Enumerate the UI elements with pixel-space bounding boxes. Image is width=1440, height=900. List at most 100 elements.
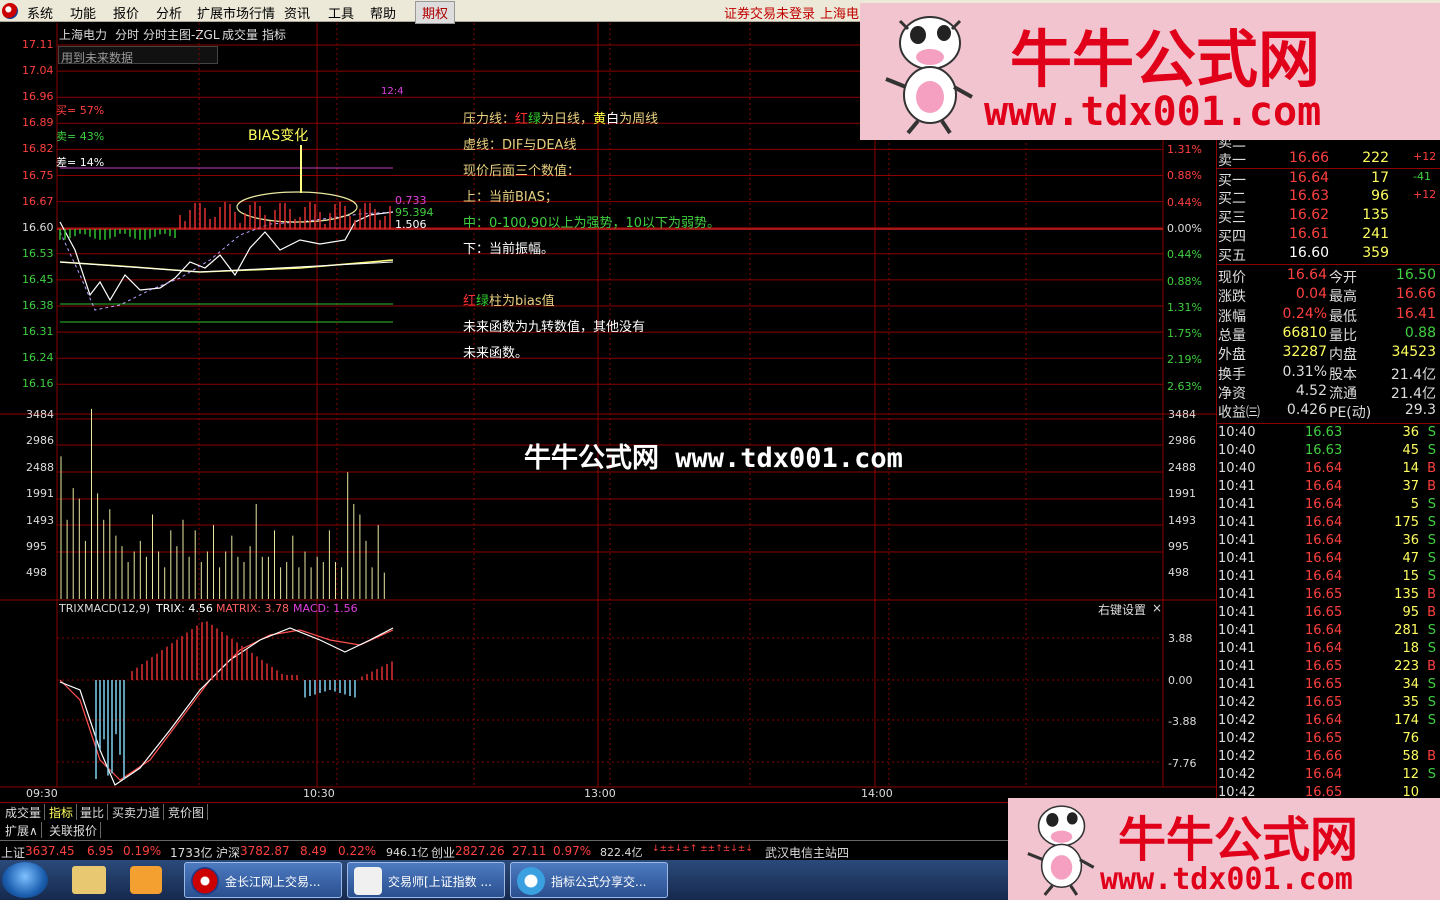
tick-col-2: 47 — [1402, 551, 1419, 566]
tick-col-0: 10:42 — [1218, 695, 1256, 710]
note-segment: 未来函数。 — [463, 346, 529, 361]
tick-col-0: 10:41 — [1218, 569, 1256, 584]
menu-analysis[interactable]: 分析 — [156, 3, 182, 22]
taskbar-item-browser[interactable]: 指标公式分享交... — [510, 862, 668, 898]
taskbar-item-trader[interactable]: 交易师[上证指数 ... — [347, 862, 505, 898]
quote-l1: 净资 — [1218, 385, 1246, 402]
tick-row[interactable]: 10:41 16.64 281 S — [1217, 623, 1439, 641]
cy-index-label[interactable]: 创业 — [431, 844, 455, 861]
start-button[interactable] — [2, 862, 48, 898]
tick-col-0: 10:41 — [1218, 623, 1256, 638]
tab-related-quotes[interactable]: 关联报价 — [46, 822, 102, 838]
tab-volume-ratio[interactable]: 量比 — [77, 804, 109, 820]
close-icon[interactable]: × — [1152, 601, 1162, 615]
watermark-top-title: 牛牛公式网 — [1010, 23, 1321, 96]
volume-tick-left: 995 — [26, 540, 47, 553]
menu-quote[interactable]: 报价 — [113, 3, 139, 22]
tick-col-2: 76 — [1402, 731, 1419, 746]
order-book-row[interactable]: 买二 16.63 96 +12 — [1217, 188, 1439, 207]
quote-row: 总量 66810 量比 0.88 — [1217, 325, 1439, 344]
order-book-row[interactable]: 买一 16.64 17 -41 — [1217, 170, 1439, 189]
tab-indicator[interactable]: 指标 — [46, 804, 78, 820]
order-book-row[interactable]: 卖一 16.66 222 +12 — [1217, 150, 1439, 169]
tab-auction-chart[interactable]: 竞价图 — [165, 804, 209, 820]
quote-row: 涨幅 0.24% 最低 16.41 — [1217, 306, 1439, 325]
quote-v1: 16.64 — [1286, 267, 1327, 283]
tick-row[interactable]: 10:42 16.65 35 S — [1217, 695, 1439, 713]
tab-volume[interactable]: 成交量 — [2, 804, 46, 820]
macd-trix-value: TRIX: 4.56 — [156, 602, 213, 615]
tick-col-3: S — [1427, 443, 1436, 458]
menu-news[interactable]: 资讯 — [284, 3, 310, 22]
macd-title[interactable]: TRIXMACD(12,9) — [59, 602, 150, 615]
quote-l1: 现价 — [1218, 270, 1246, 286]
sh-index-label[interactable]: 上证 — [1, 844, 25, 861]
sh-index-pct: 0.19% — [123, 844, 162, 858]
quote-row: 换手 0.31% 股本 21.4亿 — [1217, 364, 1439, 383]
tick-row[interactable]: 10:41 16.64 47 S — [1217, 551, 1439, 569]
diff-ratio: 差= 14% — [56, 156, 105, 169]
volume-tick-right: 2986 — [1168, 434, 1196, 448]
right-click-settings[interactable]: 右键设置 — [1098, 601, 1146, 618]
tab-expand[interactable]: 扩展∧ — [2, 822, 42, 838]
menu-help[interactable]: 帮助 — [370, 3, 396, 22]
tick-row[interactable]: 10:41 16.65 223 B — [1217, 659, 1439, 677]
tick-row[interactable]: 10:42 16.65 76 — [1217, 731, 1439, 749]
tick-col-3: B — [1427, 479, 1436, 494]
tab-buy-sell-force[interactable]: 买卖力道 — [109, 804, 165, 820]
tick-row[interactable]: 10:41 16.64 5 S — [1217, 497, 1439, 515]
time-tick: 10:30 — [303, 787, 335, 800]
tick-row[interactable]: 10:41 16.65 34 S — [1217, 677, 1439, 695]
tick-row[interactable]: 10:40 16.64 14 B — [1217, 461, 1439, 479]
menu-tools[interactable]: 工具 — [328, 3, 354, 22]
tick-row[interactable]: 10:40 16.63 45 S — [1217, 443, 1439, 461]
tick-col-0: 10:40 — [1218, 425, 1256, 440]
login-status-link[interactable]: 证券交易未登录 — [724, 3, 815, 22]
tick-row[interactable]: 10:42 16.64 174 S — [1217, 713, 1439, 731]
tick-col-3: S — [1427, 515, 1436, 530]
order-book-label: 买三 — [1218, 210, 1246, 226]
tick-row[interactable]: 10:41 16.65 95 B — [1217, 605, 1439, 623]
menu-system[interactable]: 系统 — [27, 3, 53, 22]
tick-col-1: 16.64 — [1305, 713, 1343, 728]
volume-tick-left: 498 — [26, 566, 47, 580]
menu-options[interactable]: 期权 — [415, 1, 456, 24]
note-segment: 现价后面三个数值： — [463, 164, 581, 179]
order-book-label: 卖一 — [1218, 153, 1246, 169]
tick-row[interactable]: 10:41 16.64 175 S — [1217, 515, 1439, 533]
tick-row[interactable]: 10:41 16.64 37 B — [1217, 479, 1439, 497]
quote-l2: 流通 — [1329, 385, 1357, 402]
kt-logo-icon — [354, 867, 382, 895]
tick-col-1: 16.65 — [1305, 695, 1343, 710]
taskbar-item-trading-client[interactable]: 金长江网上交易... — [184, 862, 342, 898]
price-tick-right: 2.19% — [1167, 353, 1202, 367]
media-player-icon[interactable] — [130, 866, 162, 894]
tick-col-0: 10:41 — [1218, 515, 1256, 530]
tick-row[interactable]: 10:41 16.64 15 S — [1217, 569, 1439, 587]
tick-row[interactable]: 10:41 16.65 135 B — [1217, 587, 1439, 605]
tick-row[interactable]: 10:41 16.64 36 S — [1217, 533, 1439, 551]
order-book-vol: 96 — [1371, 188, 1389, 204]
price-tick-left: 16.31 — [22, 325, 54, 339]
quote-l2: 内盘 — [1329, 347, 1357, 364]
quote-row: 现价 16.64 今开 16.50 — [1217, 267, 1439, 286]
tick-row[interactable]: 10:41 16.64 18 S — [1217, 641, 1439, 659]
tick-row[interactable]: 10:40 16.63 36 S — [1217, 425, 1439, 443]
server-name[interactable]: 武汉电信主站四 — [765, 844, 849, 861]
order-book-vol: 17 — [1371, 170, 1389, 186]
sz-index-label[interactable]: 沪深 — [216, 844, 240, 861]
order-book-row[interactable]: 买五 16.60 359 — [1217, 245, 1439, 264]
cy-index-change: 27.11 — [512, 844, 547, 858]
menu-function[interactable]: 功能 — [70, 3, 96, 22]
quote-row: 涨跌 0.04 最高 16.66 — [1217, 286, 1439, 305]
order-book-row[interactable]: 买四 16.61 241 — [1217, 226, 1439, 245]
order-book-row[interactable]: 买三 16.62 135 — [1217, 207, 1439, 226]
tick-row[interactable]: 10:42 16.66 58 B — [1217, 749, 1439, 767]
price-tick-right: 1.31% — [1167, 143, 1202, 156]
folder-icon[interactable] — [72, 866, 106, 894]
tick-row[interactable]: 10:42 16.64 12 S — [1217, 767, 1439, 785]
app-logo-icon[interactable] — [2, 3, 18, 19]
price-tick-left: 16.60 — [22, 220, 54, 234]
menu-extended-market[interactable]: 扩展市场行情 — [197, 3, 275, 22]
tick-col-0: 10:41 — [1218, 533, 1256, 548]
